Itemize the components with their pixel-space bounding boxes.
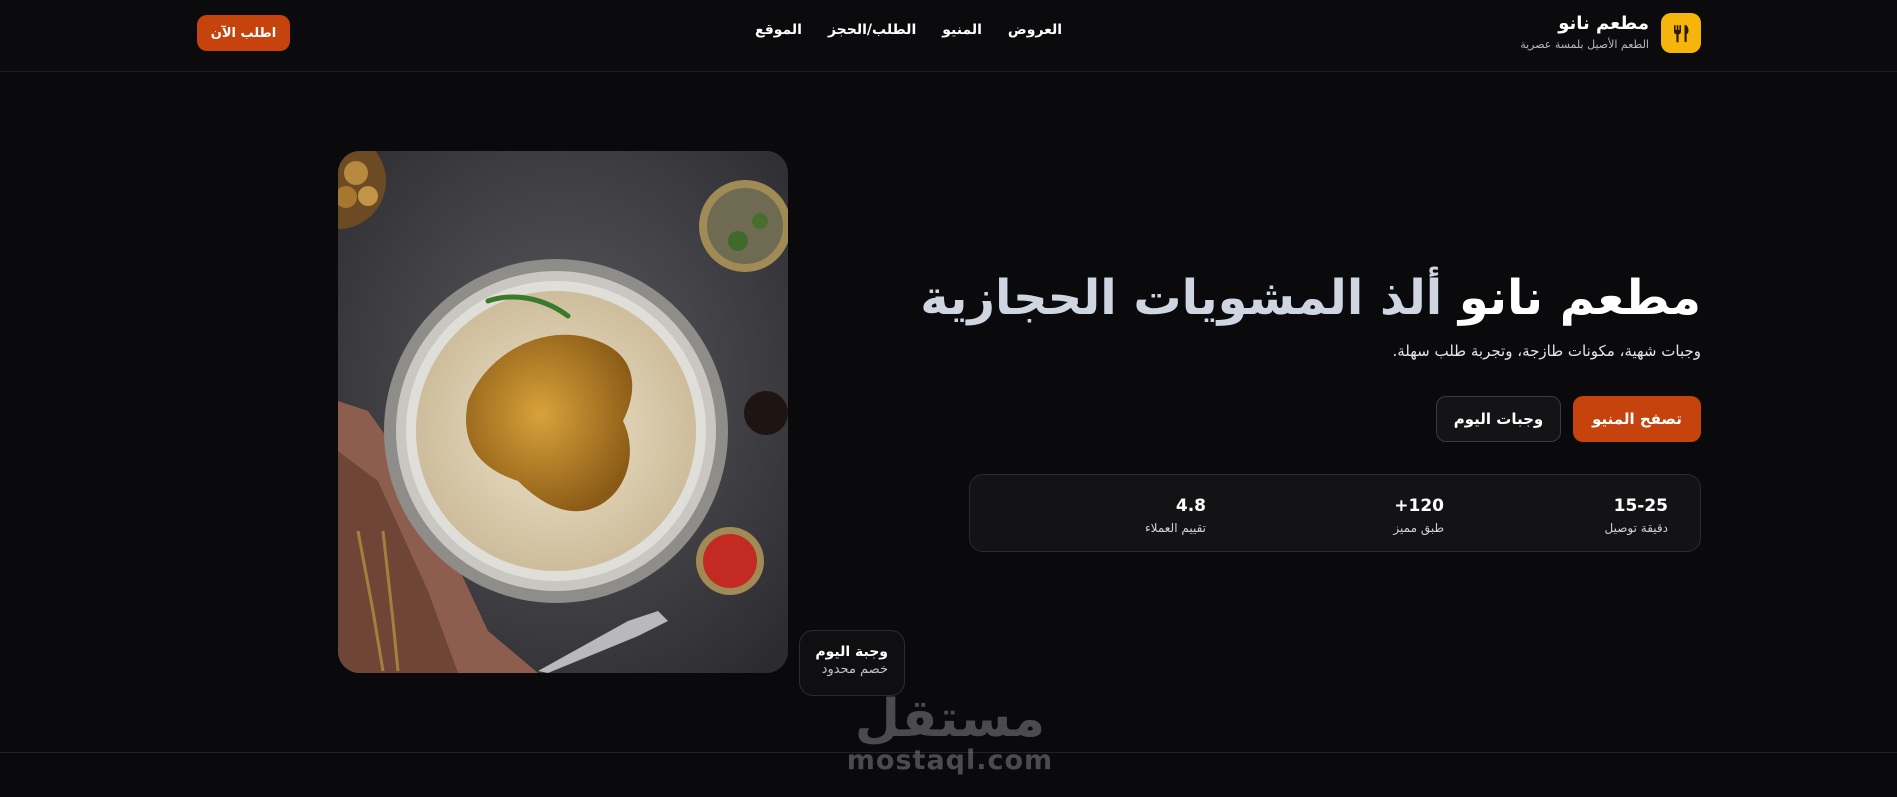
nav-menu[interactable]: المنيو [942,22,982,38]
browse-menu-button[interactable]: تصفح المنيو [1573,396,1701,442]
daily-meal-title: وجبة اليوم [815,644,888,660]
stat-value: 4.8 [1175,496,1206,516]
hero-title: مطعم نانو ألذ المشويات الحجازية [920,268,1701,328]
brand[interactable]: مطعم نانو الطعم الأصيل بلمسة عصرية [1520,12,1701,54]
stat-value: 15-25 [1613,496,1668,516]
fork-knife-icon [1661,13,1701,53]
daily-meal-badge[interactable]: وجبة اليوم خصم محدود [799,630,905,696]
brand-tagline: الطعم الأصيل بلمسة عصرية [1520,38,1649,51]
watermark-logo: مستقل mostaql.com [830,692,1070,776]
order-now-button[interactable]: اطلب الآن [197,15,290,51]
stat-value: +120 [1394,496,1444,516]
daily-meal-subtitle: خصم محدود [821,662,888,677]
hero-title-slogan: ألذ المشويات الحجازية [920,270,1443,326]
stat-label: تقييم العملاء [1145,521,1206,535]
watermark-latin: mostaql.com [846,745,1054,776]
nav-location[interactable]: الموقع [755,22,802,38]
daily-meals-button[interactable]: وجبات اليوم [1436,396,1561,442]
nav-order-booking[interactable]: الطلب/الحجز [828,22,916,38]
hero-subtitle: وجبات شهية، مكونات طازجة، وتجربة طلب سهل… [1392,342,1701,360]
main-nav: العروض المنيو الطلب/الحجز الموقع [755,22,1062,38]
hero-title-brand: مطعم نانو [1458,270,1701,326]
stat-label: طبق مميز [1393,521,1444,535]
stat-rating: 4.8 تقييم العملاء [1145,495,1206,537]
watermark-arabic: مستقل [854,689,1046,749]
site-header: مطعم نانو الطعم الأصيل بلمسة عصرية العرو… [0,0,1897,72]
stat-label: دقيقة توصيل [1604,521,1668,535]
stat-delivery: 15-25 دقيقة توصيل [1605,495,1668,537]
nav-offers[interactable]: العروض [1008,22,1062,38]
stats-panel: 15-25 دقيقة توصيل +120 طبق مميز 4.8 تقيي… [969,474,1701,552]
stat-dishes: +120 طبق مميز [1393,495,1444,537]
brand-name: مطعم نانو [1558,13,1649,34]
hero-dish-image [338,151,788,673]
